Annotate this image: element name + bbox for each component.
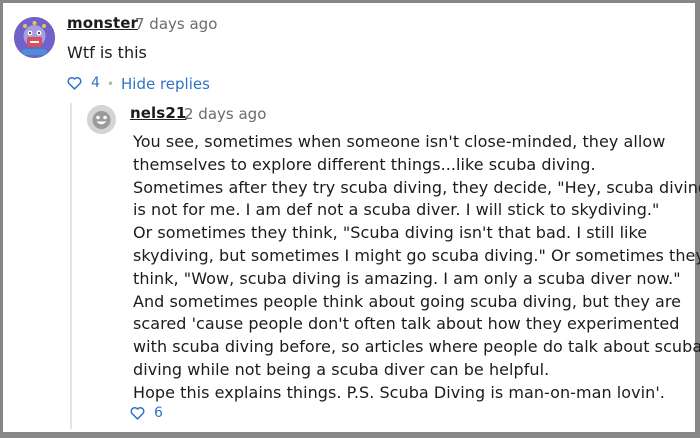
thread-line: [70, 103, 72, 429]
reply-line: is not for me. I am def not a scuba dive…: [133, 200, 660, 220]
comment-like-count: 4: [91, 75, 100, 91]
comment-timestamp: 7 days ago: [135, 15, 218, 33]
reply-line: Sometimes after they try scuba diving, t…: [133, 177, 700, 197]
hide-replies-button[interactable]: Hide replies: [121, 75, 210, 93]
comment-thread: monster 7 days ago Wtf is this 4 • Hide …: [3, 3, 700, 432]
face-avatar-icon[interactable]: [87, 105, 116, 134]
reply-line: Or sometimes they think, "Scuba diving i…: [133, 223, 648, 243]
reply-line: scared 'cause people don't often talk ab…: [133, 314, 680, 334]
reply-line: themselves to explore different things..…: [133, 154, 596, 174]
reply-like-button[interactable]: 6: [130, 405, 163, 421]
reply-line: with scuba diving before, so articles wh…: [133, 337, 700, 357]
reply-line: diving while not being a scuba diver can…: [133, 359, 550, 379]
reply-author-link[interactable]: nels21: [130, 104, 186, 122]
reply-like-count: 6: [154, 405, 163, 421]
comment-text: Wtf is this: [67, 43, 147, 62]
comment-author-link[interactable]: monster: [67, 14, 138, 32]
reply-timestamp: 2 days ago: [184, 105, 267, 123]
comment-like-button[interactable]: 4: [67, 75, 100, 91]
reply-line: think, "Wow, scuba diving is amazing. I …: [133, 268, 681, 288]
separator-dot: •: [107, 77, 115, 91]
reply-line: Hope this explains things. P.S. Scuba Di…: [133, 382, 665, 402]
reply-text: You see, sometimes when someone isn't cl…: [133, 131, 700, 405]
monster-avatar-icon[interactable]: [14, 17, 55, 58]
reply-line: And sometimes people think about going s…: [133, 291, 682, 311]
heart-icon: [67, 76, 82, 90]
reply-line: You see, sometimes when someone isn't cl…: [133, 132, 666, 151]
reply-line: skydiving, but sometimes I might go scub…: [133, 245, 700, 265]
heart-icon: [130, 406, 145, 420]
